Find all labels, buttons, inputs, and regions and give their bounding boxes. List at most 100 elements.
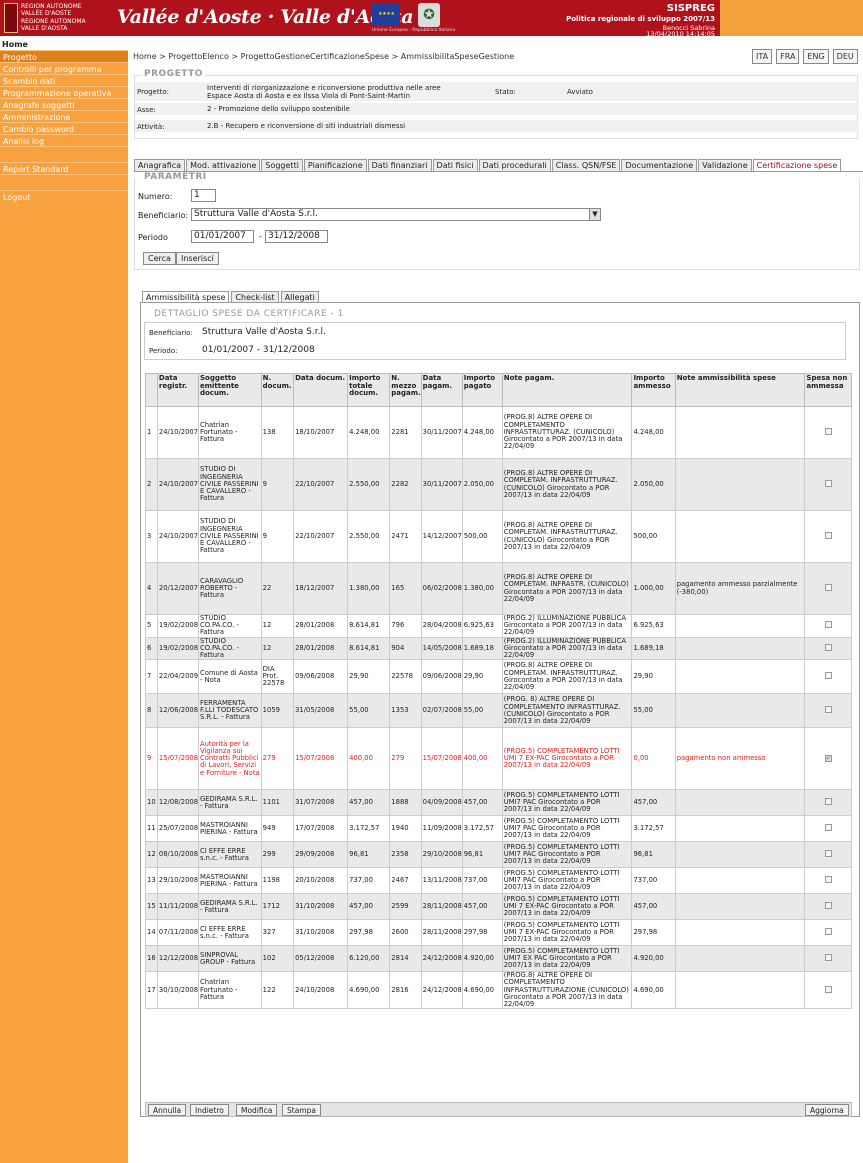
inserisci-button[interactable]: Inserisci: [176, 252, 219, 265]
lang-eng-button[interactable]: ENG: [803, 49, 829, 64]
row-importo-ammesso: 737,00: [631, 867, 676, 895]
tab-pianificazione[interactable]: Pianificazione: [303, 159, 367, 171]
lang-fra-button[interactable]: FRA: [776, 49, 800, 64]
lang-deu-button[interactable]: DEU: [832, 49, 858, 64]
table-row[interactable]: 6 19/02/2008 STUDIO CO.PA.CO. - Fattura 12 2…: [145, 636, 852, 661]
table-row[interactable]: 4 20/12/2007 CARAVAGLIO ROBERTO - Fattura 2…: [145, 562, 852, 615]
table-row[interactable]: 5 19/02/2008 STUDIO CO.PA.CO. - Fattura 12 2…: [145, 614, 852, 638]
col-header-note-pagam[interactable]: Note pagam.: [501, 373, 633, 407]
tab-anagrafica[interactable]: Anagrafica: [134, 159, 186, 171]
row-soggetto: FERRAMENTA F.LLI TODESCATO S.R.L. - Fatt…: [197, 693, 262, 729]
checkbox-icon[interactable]: [824, 621, 832, 629]
tab-validazione[interactable]: Validazione: [698, 159, 752, 171]
row-importo-pagato: 500,00: [461, 510, 503, 563]
checkbox-icon[interactable]: [824, 798, 832, 806]
tab-dati-fisici[interactable]: Dati fisici: [432, 159, 478, 171]
sidebar-item-progetto[interactable]: Progetto: [0, 50, 128, 62]
numero-input[interactable]: 1: [191, 189, 216, 202]
sidebar-item-controlli[interactable]: Controlli per programma: [0, 62, 128, 74]
table-row[interactable]: 8 12/06/2008 FERRAMENTA F.LLI TODESCATO S.…: [145, 693, 852, 729]
checkbox-icon[interactable]: [824, 928, 832, 936]
checkbox-icon[interactable]: [824, 427, 832, 435]
modifica-button[interactable]: Modifica: [236, 1104, 278, 1116]
table-row[interactable]: 10 12/08/2008 GEDIRAMA S.R.L. - Fattura 110…: [145, 789, 852, 817]
checkbox-icon[interactable]: [824, 985, 832, 993]
row-importo-ammesso: 29,90: [631, 659, 676, 695]
col-header-data-pagam[interactable]: Data pagam.: [420, 373, 463, 407]
checkbox-icon[interactable]: [824, 479, 832, 487]
checkbox-icon[interactable]: [824, 876, 832, 884]
table-row[interactable]: 1 24/10/2007 Chatrian Fortunato - Fattura 1…: [145, 406, 852, 459]
tab-soggetti[interactable]: Soggetti: [261, 159, 303, 171]
table-row[interactable]: 7 22/04/2009 Comune di Aosta - Nota DIA Pro…: [145, 659, 852, 695]
checkbox-icon[interactable]: [824, 583, 832, 591]
periodo-to-input[interactable]: 31/12/2008: [265, 230, 328, 243]
col-header-spesa-non-ammessa[interactable]: Spesa non ammessa: [804, 373, 852, 407]
col-header-n-mezzo[interactable]: N. mezzo pagam.: [389, 373, 422, 407]
aggiorna-button[interactable]: Aggiorna: [805, 1104, 849, 1116]
row-importo-ammesso: 96,81: [631, 841, 676, 869]
row-note-pagam: (PROG.5) COMPLETAMENTO LOTTI UMI7 PAC Gi…: [501, 867, 633, 895]
beneficiario-select[interactable]: Struttura Valle d'Aosta S.r.l. ▼: [191, 208, 601, 221]
col-header-note-ammissibilita[interactable]: Note ammissibilità spese: [674, 373, 806, 407]
col-header-importo-totale[interactable]: Importo totale docum.: [347, 373, 391, 407]
tab-certificazione-spese[interactable]: Certificazione spese: [752, 159, 842, 171]
col-header-importo-pagato[interactable]: Importo pagato: [461, 373, 503, 407]
col-header-n-docum[interactable]: N. docum.: [260, 373, 295, 407]
col-header-data-registr[interactable]: Data registr.: [156, 373, 199, 407]
tab-class-qsn[interactable]: Class. QSN/FSE: [551, 159, 621, 171]
table-row[interactable]: 14 07/11/2008 CI EFFE ERRE s.n.c. - Fattur…: [145, 919, 852, 947]
periodo-from-input[interactable]: 01/01/2007: [191, 230, 254, 243]
annulla-button[interactable]: Annulla: [148, 1104, 187, 1116]
tab-mod-attivazione[interactable]: Mod. attivazione: [186, 159, 261, 171]
tab-documentazione[interactable]: Documentazione: [621, 159, 698, 171]
table-row[interactable]: 11 25/07/2008 MASTROIANNI PIERINA - Fattur…: [145, 815, 852, 843]
table-row[interactable]: 9 15/07/2008 Autorità per la Vigilanza sui…: [145, 727, 852, 791]
row-importo-totale: 6.120,00: [347, 945, 391, 973]
checkbox-icon[interactable]: [824, 954, 832, 962]
tab-dati-procedurali[interactable]: Dati procedurali: [478, 159, 551, 171]
table-row[interactable]: 3 24/10/2007 STUDIO DI INGEGNERIA CIVILE P…: [145, 510, 852, 563]
sidebar-home[interactable]: Home: [0, 36, 128, 50]
checkbox-icon[interactable]: [824, 850, 832, 858]
table-row[interactable]: 13 29/10/2008 MASTROIANNI PIERINA - Fattur…: [145, 867, 852, 895]
checkbox-icon[interactable]: [824, 902, 832, 910]
table-row[interactable]: 15 11/11/2008 GEDIRAMA S.R.L. - Fattura 171…: [145, 893, 852, 921]
table-row[interactable]: 16 12/12/2008 SINPROVAL GROUP - Fattura 102…: [145, 945, 852, 973]
stampa-button[interactable]: Stampa: [282, 1104, 321, 1116]
checkbox-icon[interactable]: [824, 672, 832, 680]
table-row[interactable]: 17 30/10/2008 Chatrian Fortunato - Fattura…: [145, 971, 852, 1010]
checkbox-icon[interactable]: [824, 706, 832, 714]
checkbox-icon[interactable]: [824, 824, 832, 832]
checkbox-icon[interactable]: [824, 643, 832, 651]
sidebar-item-scambio-dati[interactable]: Scambio dati: [0, 74, 128, 86]
col-header-importo-ammesso[interactable]: Importo ammesso: [631, 373, 676, 407]
lang-ita-button[interactable]: ITA: [752, 49, 773, 64]
table-row[interactable]: 12 08/10/2008 CI EFFE ERRE s.n.c. - Fattur…: [145, 841, 852, 869]
breadcrumb[interactable]: Home > ProgettoElenco > ProgettoGestione…: [133, 52, 514, 61]
sidebar-item-report[interactable]: Report Standard: [0, 162, 128, 174]
subtab-check-list[interactable]: Check-list: [231, 291, 279, 302]
sidebar-divider: [0, 146, 128, 162]
sidebar-item-anagrafe[interactable]: Anagrafe soggetti: [0, 98, 128, 110]
sidebar-item-cambio-password[interactable]: Cambio password: [0, 122, 128, 134]
table-row[interactable]: 2 24/10/2007 STUDIO DI INGEGNERIA CIVILE P…: [145, 458, 852, 511]
row-index: 1: [145, 406, 158, 459]
dropdown-arrow-icon[interactable]: ▼: [589, 209, 600, 220]
sidebar-item-amministrazione[interactable]: Amministrazione: [0, 110, 128, 122]
subtab-ammissibilita[interactable]: Ammissibilità spese: [142, 291, 230, 302]
checkbox-icon[interactable]: [824, 531, 832, 539]
indietro-button[interactable]: Indietro: [190, 1104, 229, 1116]
col-header-soggetto[interactable]: Soggetto emittente docum.: [197, 373, 262, 407]
row-data-docum: 24/10/2008: [293, 971, 349, 1010]
sidebar-item-programmazione[interactable]: Programmazione operativa: [0, 86, 128, 98]
row-importo-ammesso: 3.172,57: [631, 815, 676, 843]
sidebar-item-logout[interactable]: Logout: [0, 190, 128, 202]
checkbox-icon[interactable]: ✓: [824, 755, 832, 763]
subtab-allegati[interactable]: Allegati: [280, 291, 319, 302]
col-header-data-docum[interactable]: Data docum.: [293, 373, 349, 407]
tab-dati-finanziari[interactable]: Dati finanziari: [367, 159, 432, 171]
row-data-docum: 29/09/2008: [293, 841, 349, 869]
sidebar-item-analisi-log[interactable]: Analisi log: [0, 134, 128, 146]
cerca-button[interactable]: Cerca: [143, 252, 176, 265]
